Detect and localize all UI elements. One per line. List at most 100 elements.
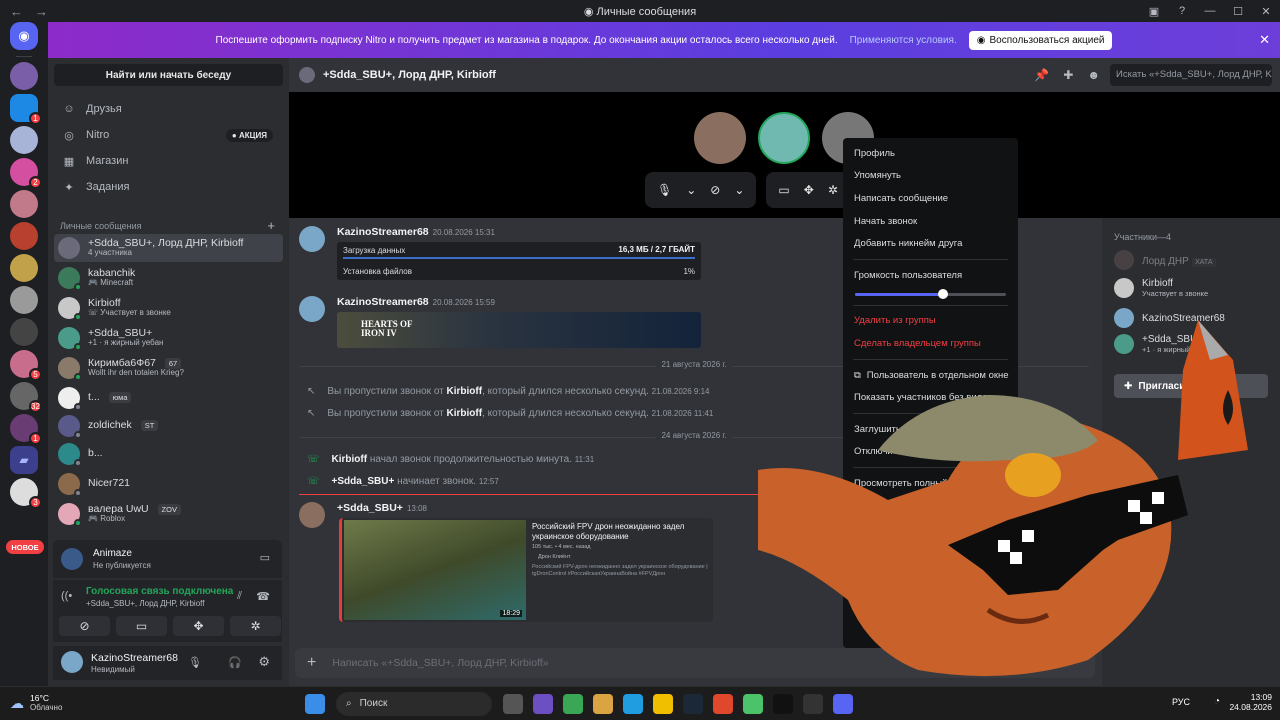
avatar[interactable]	[299, 226, 325, 252]
menu-remove-from-group[interactable]: Удалить из группы	[849, 310, 1012, 333]
member-item[interactable]: KazinoStreamer68	[1114, 308, 1225, 328]
member-item[interactable]: Kirbioff Участвует в звонке	[1114, 278, 1208, 298]
activities-icon[interactable]: ✥	[804, 183, 814, 197]
taskbar-search[interactable]: ⌕ Поиск	[336, 691, 492, 716]
nav-friends[interactable]: ☺ Друзья	[54, 96, 283, 122]
microphone-icon[interactable]: 🎙	[188, 656, 202, 669]
server-icon[interactable]	[10, 126, 38, 154]
app-icon[interactable]	[713, 693, 733, 714]
banner-terms-link[interactable]: Применяются условия.	[850, 35, 957, 46]
signal-icon[interactable]: ((•	[61, 590, 79, 608]
app-icon[interactable]	[563, 693, 583, 714]
dm-item[interactable]: zoldichek ST	[54, 412, 283, 440]
start-button[interactable]	[305, 693, 325, 714]
add-friends-icon[interactable]: ✚	[1063, 68, 1073, 82]
menu-mention[interactable]: Упомянуть	[849, 165, 1012, 188]
server-folder[interactable]: ▰	[10, 446, 38, 474]
video-thumbnail[interactable]: 18:29	[344, 520, 526, 620]
member-item[interactable]: Лорд ДНР ХАТА	[1114, 250, 1216, 270]
pin-icon[interactable]: 📌	[1034, 68, 1049, 82]
dm-item[interactable]: валера UwU ZOV 🎮 Roblox	[54, 500, 283, 528]
settings-gear-icon[interactable]: ⚙	[258, 654, 270, 670]
menu-invite[interactable]: Пригласить	[849, 495, 1012, 518]
menu-make-owner[interactable]: Сделать владельцем группы	[849, 332, 1012, 355]
weather-widget[interactable]: ☁ 16°C Облачно	[0, 694, 300, 712]
plus-icon[interactable]: +	[307, 654, 316, 672]
create-dm-plus-icon[interactable]: +	[267, 218, 275, 233]
screen-share-icon[interactable]: ▭	[116, 616, 167, 636]
server-icon[interactable]	[10, 190, 38, 218]
noise-suppression-icon[interactable]: ⫽	[237, 590, 242, 603]
dm-item[interactable]: b...	[54, 440, 283, 468]
server-icon[interactable]: 5	[10, 350, 42, 381]
app-icon[interactable]	[533, 693, 553, 714]
task-view-icon[interactable]	[503, 693, 523, 714]
menu-call[interactable]: Начать звонок	[849, 210, 1012, 233]
close-icon[interactable]: ✕	[1259, 32, 1270, 48]
microphone-icon[interactable]: 🎙	[657, 183, 672, 197]
volume-slider[interactable]	[855, 287, 1006, 301]
discord-icon[interactable]	[833, 693, 853, 714]
app-icon[interactable]	[773, 693, 793, 714]
server-icon[interactable]: 1	[10, 414, 42, 445]
menu-invite-server[interactable]: Пригласить на сервер	[849, 517, 1012, 540]
menu-block[interactable]: Заблокировать	[849, 585, 1012, 608]
server-icon[interactable]	[10, 254, 38, 282]
terminal-icon[interactable]	[803, 693, 823, 714]
edge-icon[interactable]	[623, 693, 643, 714]
clock[interactable]: 13:09 24.08.2026	[1229, 692, 1272, 712]
nav-quests[interactable]: ✦ Задания	[54, 174, 283, 200]
activities-icon[interactable]: ✥	[173, 616, 224, 636]
menu-ignore[interactable]: Игнорировать	[849, 563, 1012, 586]
dm-item[interactable]: +Sdda_SBU+ +1 · я жирный уебан	[54, 324, 283, 352]
soundboard-icon[interactable]: ✲	[828, 183, 838, 197]
nav-shop[interactable]: ▦ Магазин	[54, 148, 283, 174]
dm-item[interactable]: Nicer721	[54, 470, 283, 498]
server-icon[interactable]: 3	[10, 478, 42, 509]
member-item[interactable]: +Sdda_SBU+ +1 · я жирный	[1114, 334, 1203, 354]
nav-nitro[interactable]: ◎ Nitro ● АКЦИЯ	[54, 122, 283, 148]
participant-avatar[interactable]	[694, 112, 746, 164]
banner-cta-button[interactable]: ◉ Воспользоваться акцией	[968, 30, 1113, 50]
camera-off-icon[interactable]: ⊘	[59, 616, 110, 636]
message-author[interactable]: KazinoStreamer68	[337, 226, 429, 238]
message-author[interactable]: +Sdda_SBU+	[337, 502, 403, 514]
network-icon[interactable]: ◔	[1214, 696, 1220, 707]
dm-item[interactable]: Киримба6Ф67 67 Wollt ihr den totalen Krie…	[54, 354, 283, 382]
server-icon[interactable]	[10, 62, 38, 90]
help-icon[interactable]: ?	[1168, 0, 1196, 22]
avatar[interactable]	[299, 502, 325, 528]
language-indicator[interactable]: РУС	[1172, 697, 1190, 707]
embed-title[interactable]: Российский FPV дрон неожиданно задел укр…	[532, 522, 702, 542]
dm-item[interactable]: +Sdda_SBU+, Лорд ДНР, Kirbioff 4 участник…	[54, 234, 283, 262]
message-author[interactable]: KazinoStreamer68	[337, 296, 429, 308]
image-attachment[interactable]: HEARTS OF IRON IV	[337, 312, 701, 348]
app-icon[interactable]	[593, 693, 613, 714]
menu-view-profile[interactable]: Просмотреть полный профиль	[849, 472, 1012, 495]
inbox-icon[interactable]: ▣	[1140, 0, 1168, 22]
server-icon[interactable]	[10, 318, 38, 346]
participant-avatar[interactable]	[758, 112, 810, 164]
close-window-button[interactable]: ✕	[1252, 0, 1280, 22]
soundboard-icon[interactable]: ✲	[230, 616, 281, 636]
avatar[interactable]	[299, 296, 325, 322]
chevron-down-icon[interactable]: ⌄	[734, 183, 744, 197]
back-arrow-icon[interactable]: ←	[10, 4, 23, 19]
slider-handle[interactable]	[937, 288, 948, 299]
dm-item[interactable]: t... юма	[54, 384, 283, 412]
menu-add-nickname[interactable]: Добавить никнейм друга	[849, 232, 1012, 255]
server-icon[interactable]: 1	[10, 94, 42, 125]
invite-button[interactable]: ✚ Пригласить	[1114, 374, 1268, 398]
dm-item[interactable]: Kirbioff ☏ Участвует в звонке	[54, 294, 283, 322]
menu-mute[interactable]: Заглушить	[849, 418, 1012, 441]
screen-share-icon[interactable]: ▭	[778, 183, 789, 197]
menu-message[interactable]: Написать сообщение	[849, 187, 1012, 210]
home-button[interactable]: ◉	[10, 22, 38, 50]
menu-deafen[interactable]: Отключить звук	[849, 441, 1012, 464]
headphones-icon[interactable]: 🎧	[228, 656, 242, 669]
menu-hide-no-video[interactable]: Показать участников без видео	[849, 386, 1012, 409]
server-icon[interactable]: 32	[10, 382, 42, 413]
server-icon[interactable]: 2	[10, 158, 42, 189]
server-icon[interactable]	[10, 286, 38, 314]
menu-popout[interactable]: ⧉ Пользователь в отдельном окне	[849, 364, 1012, 387]
